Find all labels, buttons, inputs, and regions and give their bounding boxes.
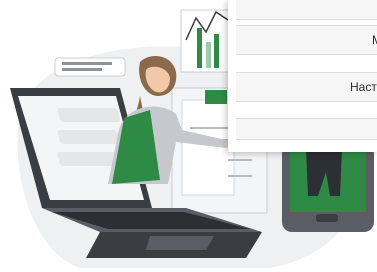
menu-item-4[interactable] bbox=[236, 118, 377, 140]
menu-item-2-label: Ме bbox=[372, 26, 377, 54]
menu-item-1[interactable] bbox=[236, 0, 377, 20]
chart-card-illustration bbox=[180, 9, 232, 73]
message-card-illustration bbox=[54, 57, 126, 77]
menu-item-2[interactable]: Ме bbox=[236, 25, 377, 55]
menu-item-settings-label: Настр bbox=[350, 80, 377, 94]
menu-item-settings[interactable]: Настр bbox=[236, 72, 377, 102]
phone-illustration bbox=[282, 144, 374, 232]
dropdown-menu: Ме Настр bbox=[228, 0, 377, 152]
